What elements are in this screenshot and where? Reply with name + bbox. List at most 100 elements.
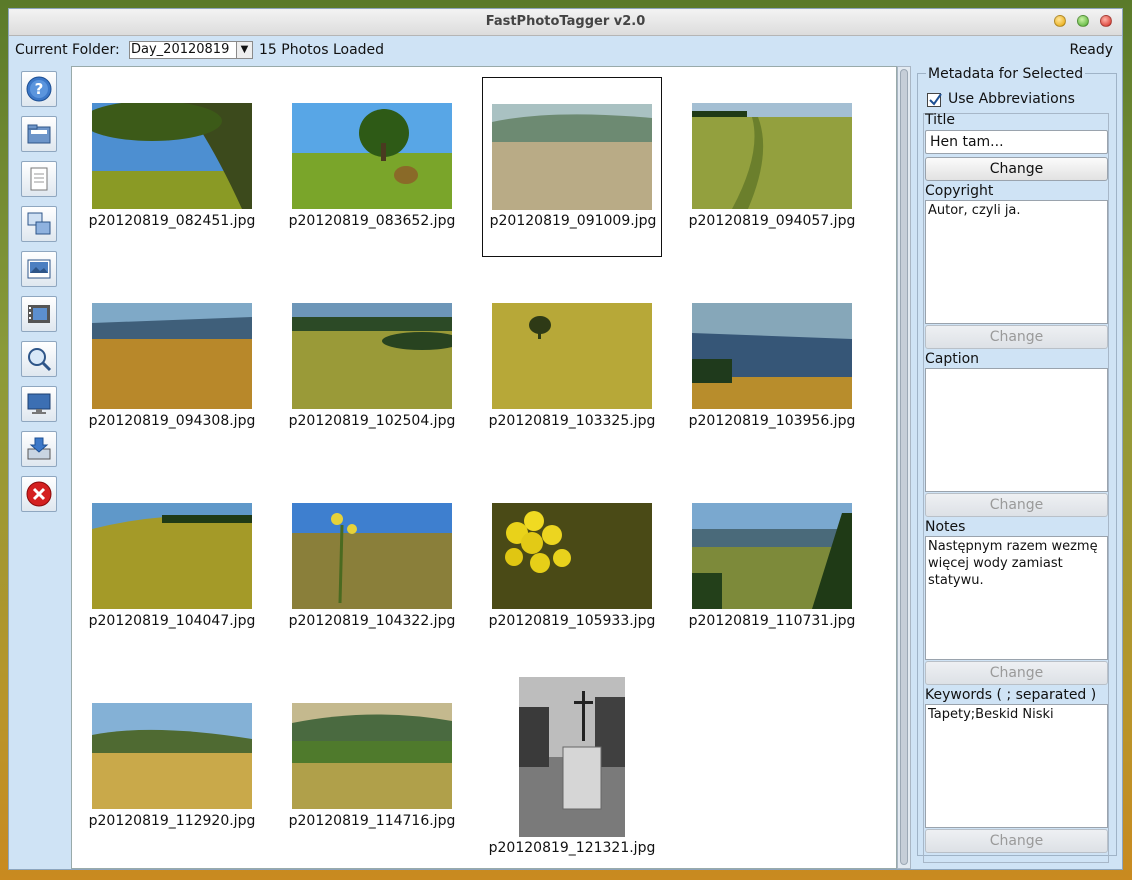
photo-item[interactable]: p20120819_082451.jpg	[82, 77, 262, 257]
photo-item[interactable]: p20120819_094057.jpg	[682, 77, 862, 257]
save-button[interactable]	[21, 431, 57, 467]
monitor-icon	[27, 393, 51, 414]
title-field[interactable]: Hen tam...	[925, 130, 1108, 154]
open-folder-button[interactable]	[21, 116, 57, 152]
app-window: FastPhotoTagger v2.0 Current Folder: Day…	[8, 8, 1123, 870]
film-button[interactable]	[21, 296, 57, 332]
photo-filename: p20120819_082451.jpg	[88, 213, 256, 229]
use-abbreviations-label: Use Abbreviations	[948, 91, 1075, 107]
keywords-change-button[interactable]: Change	[925, 829, 1108, 853]
folder-select-value: Day_20120819	[131, 42, 230, 57]
copyright-field[interactable]: Autor, czyli ja.	[925, 200, 1108, 324]
folder-select[interactable]: Day_20120819 ▼	[129, 41, 253, 59]
monitor-button[interactable]	[21, 386, 57, 422]
photo-item[interactable]: p20120819_103956.jpg	[682, 277, 862, 457]
minimize-button[interactable]	[1054, 15, 1066, 27]
photo-item[interactable]: p20120819_112920.jpg	[82, 677, 262, 857]
photo-filename: p20120819_102504.jpg	[288, 413, 456, 429]
photo-filename: p20120819_103956.jpg	[688, 413, 856, 429]
photo-item[interactable]: p20120819_103325.jpg	[482, 277, 662, 457]
photo-filename: p20120819_112920.jpg	[88, 813, 256, 829]
photo-item[interactable]: p20120819_110731.jpg	[682, 477, 862, 657]
photo-thumbnail	[92, 503, 252, 609]
photo-thumbnail	[292, 303, 452, 409]
photo-thumbnail	[519, 677, 625, 837]
photo-filename: p20120819_104322.jpg	[288, 613, 456, 629]
image-icon	[27, 259, 51, 279]
photo-filename: p20120819_094057.jpg	[688, 213, 856, 229]
close-button[interactable]	[21, 476, 57, 512]
chevron-down-icon: ▼	[236, 42, 252, 58]
photo-thumbnail	[92, 303, 252, 409]
metadata-panel: Metadata for Selected Use Abbreviations …	[911, 66, 1119, 863]
photo-filename: p20120819_091009.jpg	[489, 213, 657, 229]
help-button[interactable]: ?	[21, 71, 57, 107]
keywords-label: Keywords ( ; separated )	[925, 687, 1097, 703]
photo-item[interactable]: p20120819_121321.jpg	[482, 677, 662, 857]
photo-item[interactable]: p20120819_104322.jpg	[282, 477, 462, 657]
photo-item[interactable]: p20120819_094308.jpg	[82, 277, 262, 457]
folder-bar: Current Folder: Day_20120819 ▼ 15 Photos…	[9, 36, 1122, 64]
photo-filename: p20120819_094308.jpg	[88, 413, 256, 429]
photo-filename: p20120819_110731.jpg	[688, 613, 856, 629]
photo-filename: p20120819_104047.jpg	[88, 613, 256, 629]
photo-thumbnail	[692, 103, 852, 209]
photo-thumbnail	[492, 503, 652, 609]
title-change-button[interactable]: Change	[925, 157, 1108, 181]
photo-thumbnail	[92, 703, 252, 809]
metadata-legend: Metadata for Selected	[926, 66, 1086, 82]
copyright-label: Copyright	[925, 183, 994, 199]
window-title: FastPhotoTagger v2.0	[485, 14, 646, 29]
photo-thumbnail	[92, 103, 252, 209]
photo-item[interactable]: p20120819_091009.jpg	[482, 77, 662, 257]
open-folder-icon	[27, 124, 51, 144]
photo-filename: p20120819_114716.jpg	[288, 813, 456, 829]
photo-thumbnail	[292, 703, 452, 809]
photo-grid: p20120819_082451.jpg p20120819_083652.jp…	[71, 66, 897, 869]
photo-thumbnail	[292, 103, 452, 209]
photo-thumbnail	[692, 503, 852, 609]
notes-label: Notes	[925, 519, 966, 535]
photo-filename: p20120819_105933.jpg	[488, 613, 656, 629]
save-icon	[27, 437, 51, 460]
photo-thumbnail	[292, 503, 452, 609]
photo-item[interactable]: p20120819_104047.jpg	[82, 477, 262, 657]
close-icon	[26, 481, 52, 507]
photo-thumbnail	[692, 303, 852, 409]
zoom-button[interactable]	[21, 341, 57, 377]
photo-filename: p20120819_121321.jpg	[488, 840, 656, 856]
photo-item[interactable]: p20120819_102504.jpg	[282, 277, 462, 457]
image-button[interactable]	[21, 251, 57, 287]
photo-thumbnail	[492, 104, 652, 210]
current-folder-label: Current Folder:	[15, 42, 120, 58]
status-text: Ready	[1069, 42, 1113, 58]
svg-text:?: ?	[35, 80, 44, 98]
copy-metadata-icon	[27, 212, 51, 235]
photo-filename: p20120819_103325.jpg	[488, 413, 656, 429]
document-button[interactable]	[21, 161, 57, 197]
copyright-change-button[interactable]: Change	[925, 325, 1108, 349]
photo-item[interactable]: p20120819_105933.jpg	[482, 477, 662, 657]
scrollbar-thumb[interactable]	[900, 69, 908, 865]
photo-thumbnail	[492, 303, 652, 409]
checkmark-icon	[929, 93, 942, 106]
help-icon: ?	[26, 76, 52, 102]
window-close-button[interactable]	[1100, 15, 1112, 27]
photo-item[interactable]: p20120819_114716.jpg	[282, 677, 462, 857]
film-icon	[28, 305, 50, 323]
document-icon	[30, 167, 48, 191]
notes-change-button[interactable]: Change	[925, 661, 1108, 685]
notes-field[interactable]: Następnym razem wezmę więcej wody zamias…	[925, 536, 1108, 660]
caption-change-button[interactable]: Change	[925, 493, 1108, 517]
zoom-icon	[28, 348, 52, 372]
photo-filename: p20120819_083652.jpg	[288, 213, 456, 229]
vertical-scrollbar[interactable]	[897, 66, 911, 869]
title-label: Title	[925, 112, 956, 128]
caption-label: Caption	[925, 351, 980, 367]
use-abbreviations-checkbox[interactable]	[927, 93, 942, 107]
copy-metadata-button[interactable]	[21, 206, 57, 242]
maximize-button[interactable]	[1077, 15, 1089, 27]
keywords-field[interactable]: Tapety;Beskid Niski	[925, 704, 1108, 828]
caption-field[interactable]	[925, 368, 1108, 492]
photo-item[interactable]: p20120819_083652.jpg	[282, 77, 462, 257]
